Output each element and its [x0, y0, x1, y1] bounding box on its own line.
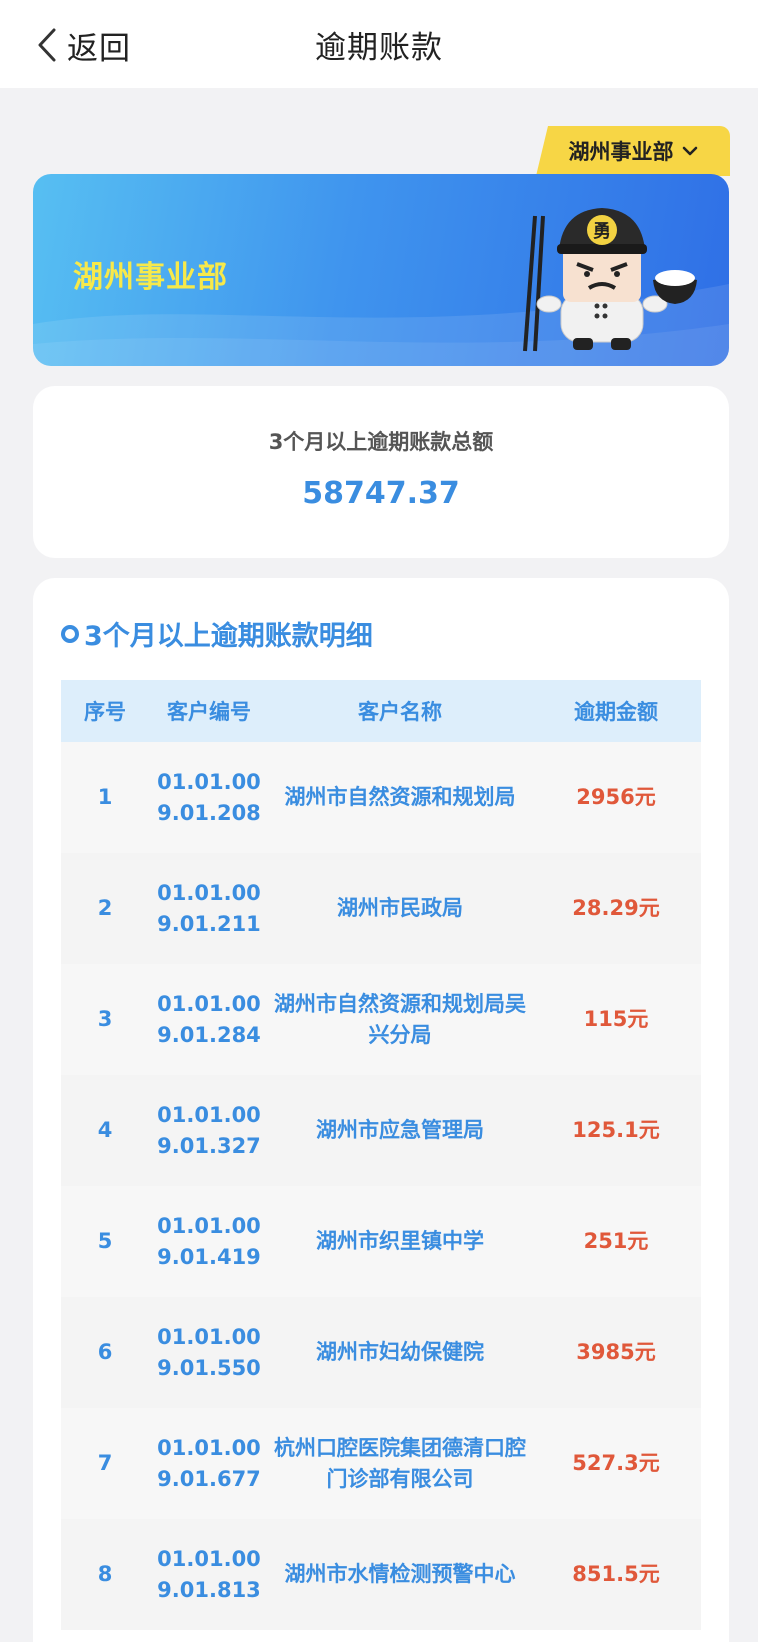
table-row[interactable]: 7 01.01.009.01.677 杭州口腔医院集团德清口腔门诊部有限公司 5…: [61, 1408, 701, 1519]
row-customer-code: 01.01.009.01.813: [157, 1546, 261, 1602]
row-customer-code: 01.01.009.01.419: [157, 1213, 261, 1269]
row-customer-name: 湖州市自然资源和规划局吴兴分局: [274, 991, 526, 1047]
section-header: 3个月以上逾期账款明细: [61, 614, 373, 653]
overdue-table: 序号 客户编号 客户名称 逾期金额 1 01.01.009.01.208 湖州市…: [61, 680, 701, 1630]
page-title: 逾期账款: [315, 30, 443, 66]
row-amount: 527.3元: [572, 1451, 660, 1475]
column-header-amount: 逾期金额: [574, 700, 658, 724]
table-row[interactable]: 8 01.01.009.01.813 湖州市水情检测预警中心 851.5元: [61, 1519, 701, 1630]
row-customer-name: 湖州市民政局: [337, 896, 463, 920]
table-row[interactable]: 4 01.01.009.01.327 湖州市应急管理局 125.1元: [61, 1075, 701, 1186]
row-customer-code: 01.01.009.01.327: [157, 1102, 261, 1158]
row-amount: 125.1元: [572, 1118, 660, 1142]
summary-label: 3个月以上逾期账款总额: [268, 430, 494, 454]
table-header: 序号 客户编号 客户名称 逾期金额: [61, 680, 701, 742]
department-selector[interactable]: 湖州事业部: [536, 126, 730, 176]
column-header-code: 客户编号: [167, 700, 251, 724]
row-customer-code: 01.01.009.01.550: [157, 1324, 261, 1380]
row-no: 7: [97, 1451, 113, 1475]
table-row[interactable]: 5 01.01.009.01.419 湖州市织里镇中学 251元: [61, 1186, 701, 1297]
table-row[interactable]: 3 01.01.009.01.284 湖州市自然资源和规划局吴兴分局 115元: [61, 964, 701, 1075]
mascot-illustration: 勇: [523, 208, 697, 352]
svg-text:勇: 勇: [593, 221, 611, 242]
row-amount: 115元: [583, 1007, 649, 1031]
section-title: 3个月以上逾期账款明细: [84, 621, 373, 652]
row-no: 6: [97, 1340, 113, 1364]
row-amount: 2956元: [576, 785, 656, 809]
row-no: 4: [97, 1118, 113, 1142]
chevron-down-icon: [682, 146, 697, 156]
table-row[interactable]: 2 01.01.009.01.211 湖州市民政局 28.29元: [61, 853, 701, 964]
table-row[interactable]: 6 01.01.009.01.550 湖州市妇幼保健院 3985元: [61, 1297, 701, 1408]
department-selector-label: 湖州事业部: [568, 140, 674, 164]
row-customer-name: 湖州市水情检测预警中心: [284, 1562, 516, 1586]
row-no: 5: [97, 1229, 113, 1253]
row-no: 2: [97, 896, 113, 920]
bullet-dot-icon: [61, 624, 79, 643]
row-customer-name: 湖州市应急管理局: [316, 1118, 484, 1142]
banner-title: 湖州事业部: [73, 260, 228, 295]
table-row[interactable]: 1 01.01.009.01.208 湖州市自然资源和规划局 2956元: [61, 742, 701, 853]
row-customer-code: 01.01.009.01.284: [157, 991, 261, 1047]
row-amount: 251元: [583, 1229, 649, 1253]
row-customer-name: 湖州市妇幼保健院: [316, 1340, 484, 1364]
overdue-detail-card: 3个月以上逾期账款明细 序号 客户编号 客户名称 逾期金额 1 01.01.00…: [33, 578, 729, 1642]
row-amount: 851.5元: [572, 1562, 660, 1586]
row-customer-code: 01.01.009.01.208: [157, 769, 261, 825]
table-body: 1 01.01.009.01.208 湖州市自然资源和规划局 2956元 2 0…: [61, 742, 701, 1630]
summary-total-value: 58747.37: [302, 476, 460, 511]
row-customer-code: 01.01.009.01.211: [157, 880, 261, 936]
top-nav-bar: 返回 逾期账款: [0, 0, 758, 88]
row-customer-name: 湖州市织里镇中学: [316, 1229, 484, 1253]
row-amount: 3985元: [576, 1340, 656, 1364]
row-no: 3: [97, 1007, 113, 1031]
department-banner: 湖州事业部 勇: [33, 174, 729, 366]
row-no: 1: [97, 785, 113, 809]
page: 返回 逾期账款 湖州事业部 湖州事业部 勇 3个月以上逾期账款总额 58747.…: [0, 0, 758, 1642]
row-amount: 28.29元: [572, 896, 660, 920]
row-no: 8: [97, 1562, 113, 1586]
row-customer-name: 湖州市自然资源和规划局: [284, 785, 516, 809]
row-customer-code: 01.01.009.01.677: [157, 1435, 261, 1491]
column-header-no: 序号: [84, 700, 126, 724]
overdue-summary-card: 3个月以上逾期账款总额 58747.37: [33, 386, 729, 558]
row-customer-name: 杭州口腔医院集团德清口腔门诊部有限公司: [274, 1435, 526, 1491]
column-header-name: 客户名称: [358, 700, 442, 724]
